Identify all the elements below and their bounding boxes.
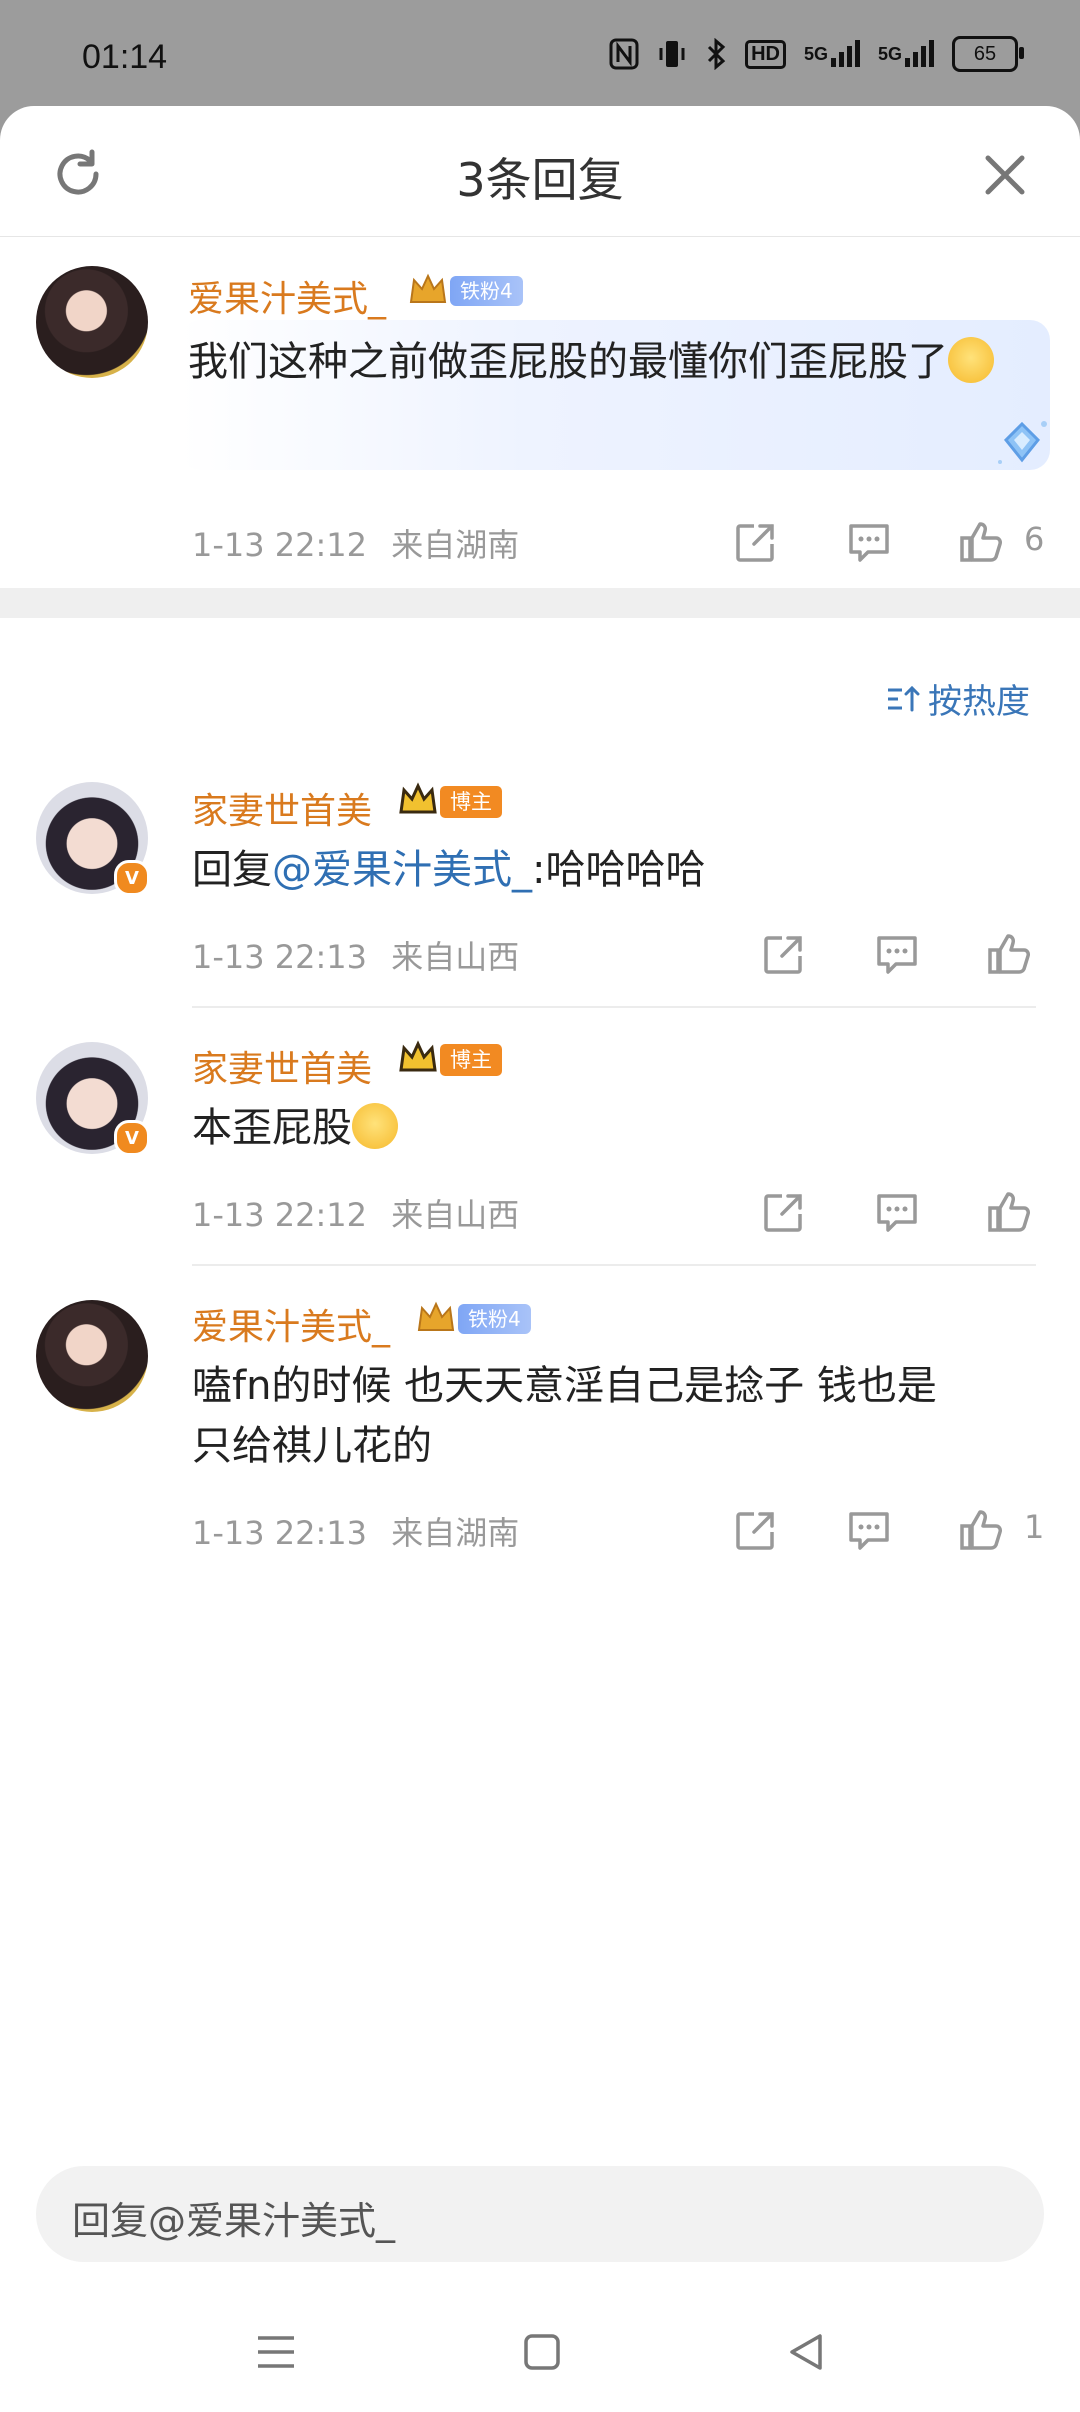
reply-content-line: 只给祺儿花的	[192, 1423, 432, 1469]
like-icon[interactable]	[958, 518, 1004, 564]
reply-input[interactable]: 回复@爱果汁美式_	[36, 2166, 1044, 2262]
comment-icon[interactable]	[874, 1190, 920, 1236]
reply-time: 1-13 22:13	[192, 938, 368, 976]
host-badge: 博主	[440, 786, 502, 818]
bluetooth-icon	[705, 38, 727, 70]
home-icon[interactable]	[516, 2326, 568, 2378]
avatar[interactable]	[36, 266, 148, 378]
hd-icon: HD	[745, 39, 786, 69]
reply-text: 本歪屁股	[192, 1098, 398, 1158]
share-icon[interactable]	[760, 932, 806, 978]
grin-emoji-icon	[948, 337, 994, 383]
sheet-header: 3条回复	[0, 106, 1080, 237]
reply-location: 来自湖南	[391, 1514, 520, 1552]
reply-time: 1-13 22:12	[192, 1196, 368, 1234]
comment-meta: 1-13 22:12 来自湖南	[192, 520, 519, 566]
status-bar: 01:14 HD 5G 5G 65	[0, 0, 1080, 110]
like-icon[interactable]	[986, 1188, 1032, 1234]
reply-location: 来自山西	[391, 938, 520, 976]
reply-meta: 1-13 22:12 来自山西	[192, 1190, 519, 1236]
reply-location: 来自山西	[391, 1196, 520, 1234]
row-divider	[192, 1006, 1036, 1008]
signal-5g-icon: 5G	[878, 40, 934, 68]
nfc-icon	[609, 38, 639, 70]
reply-meta: 1-13 22:13 来自山西	[192, 932, 519, 978]
like-icon[interactable]	[986, 930, 1032, 976]
vibrate-icon	[657, 38, 687, 70]
avatar[interactable]	[36, 1300, 148, 1412]
fan-badge: 铁粉4	[450, 276, 523, 306]
row-divider	[192, 1264, 1036, 1266]
close-icon[interactable]	[980, 150, 1030, 200]
comment-icon[interactable]	[874, 932, 920, 978]
back-icon[interactable]	[780, 2326, 832, 2378]
username[interactable]: 家妻世首美	[192, 782, 372, 834]
comment-text-content: 我们这种之前做歪屁股的最懂你们歪屁股了	[188, 339, 948, 385]
like-count: 1	[1024, 1508, 1045, 1546]
sheet-title: 3条回复	[456, 153, 624, 207]
menu-icon[interactable]	[250, 2326, 302, 2378]
comment-location: 来自湖南	[391, 526, 520, 564]
system-nav-bar	[0, 2290, 1080, 2412]
reply-prefix: 回复	[192, 847, 272, 893]
reply-text: 嗑fn的时候 也天天意淫自己是捻子 钱也是 只给祺儿花的	[192, 1356, 1052, 1476]
sort-label: 按热度	[928, 682, 1030, 722]
network-type-label: 5G	[877, 43, 902, 64]
like-count: 6	[1024, 520, 1045, 558]
comment-text: 我们这种之前做歪屁股的最懂你们歪屁股了	[188, 332, 1028, 392]
replies-sheet: 3条回复 爱果汁美式_ 铁粉4 我们这种之前做歪屁股的最懂你们歪屁股了 1-13…	[0, 106, 1080, 2412]
reply-time: 1-13 22:13	[192, 1514, 368, 1552]
reply-content: :哈哈哈哈	[532, 847, 706, 893]
reply-content: 本歪屁股	[192, 1105, 352, 1151]
like-icon[interactable]	[958, 1506, 1004, 1552]
drool-emoji-icon	[352, 1103, 398, 1149]
sort-toggle[interactable]: 按热度	[886, 674, 1030, 723]
crown-icon	[417, 1301, 455, 1331]
status-time: 01:14	[82, 38, 168, 76]
section-divider	[0, 588, 1080, 618]
verified-icon: V	[114, 1120, 150, 1156]
verified-icon: V	[114, 860, 150, 896]
comment-icon[interactable]	[846, 520, 892, 566]
reply-text: 回复@爱果汁美式_:哈哈哈哈	[192, 840, 705, 900]
host-badge: 博主	[440, 1044, 502, 1076]
signal-5g-icon: 5G	[804, 40, 860, 68]
username[interactable]: 家妻世首美	[192, 1040, 372, 1092]
crown-icon	[399, 1040, 437, 1072]
mention-link[interactable]: @爱果汁美式_	[272, 847, 532, 893]
username[interactable]: 爱果汁美式_	[192, 1298, 390, 1350]
comment-icon[interactable]	[846, 1508, 892, 1554]
crown-icon	[409, 273, 447, 303]
fan-badge: 铁粉4	[458, 1304, 531, 1334]
sort-icon	[888, 685, 920, 711]
share-icon[interactable]	[732, 520, 778, 566]
share-icon[interactable]	[760, 1190, 806, 1236]
diamond-icon	[998, 421, 1047, 464]
reply-content-line: 嗑fn的时候 也天天意淫自己是捻子 钱也是	[192, 1363, 937, 1409]
reply-meta: 1-13 22:13 来自湖南	[192, 1508, 519, 1554]
status-icons: HD 5G 5G 65	[609, 36, 1024, 72]
reply-input-placeholder: 回复@爱果汁美式_	[72, 2199, 396, 2243]
battery-icon: 65	[952, 36, 1024, 72]
crown-icon	[399, 782, 437, 814]
username[interactable]: 爱果汁美式_	[188, 270, 386, 322]
network-type-label: 5G	[803, 43, 828, 64]
share-icon[interactable]	[732, 1508, 778, 1554]
comment-time: 1-13 22:12	[192, 526, 368, 564]
